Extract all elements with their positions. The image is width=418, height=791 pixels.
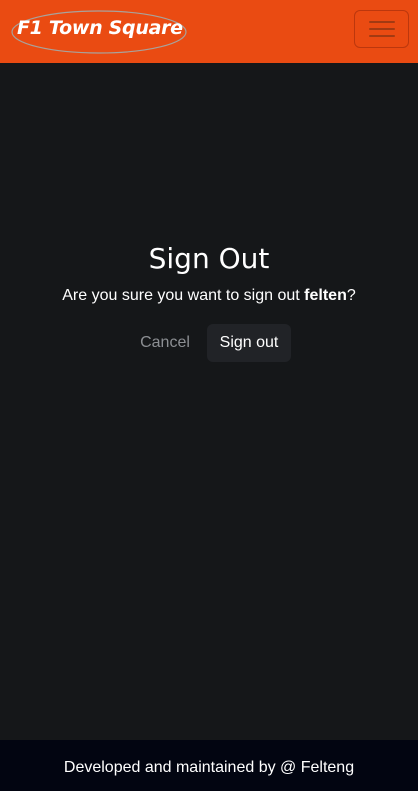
- signout-prompt-text: Are you sure you want to sign out: [62, 287, 305, 304]
- signout-prompt: Are you sure you want to sign out felten…: [0, 285, 418, 307]
- brand-title: F1 Town Square: [17, 17, 183, 39]
- main-content: Sign Out Are you sure you want to sign o…: [0, 63, 418, 740]
- hamburger-menu-icon: [369, 21, 395, 37]
- footer: Developed and maintained by @ Felteng: [0, 740, 418, 791]
- page: F1 Town Square Sign Out Are you sure you…: [0, 0, 418, 791]
- signout-actions: Cancel Sign out: [0, 324, 418, 362]
- footer-credit: Developed and maintained by @ Felteng: [63, 759, 355, 776]
- cancel-button[interactable]: Cancel: [129, 324, 201, 362]
- brand-logo-link[interactable]: F1 Town Square: [10, 9, 188, 55]
- navbar: F1 Town Square: [0, 0, 418, 63]
- username: felten: [304, 287, 347, 304]
- signout-prompt-suffix: ?: [346, 287, 356, 304]
- page-title: Sign Out: [148, 242, 270, 275]
- navbar-toggle-button[interactable]: [354, 10, 409, 48]
- signout-button[interactable]: Sign out: [207, 324, 291, 362]
